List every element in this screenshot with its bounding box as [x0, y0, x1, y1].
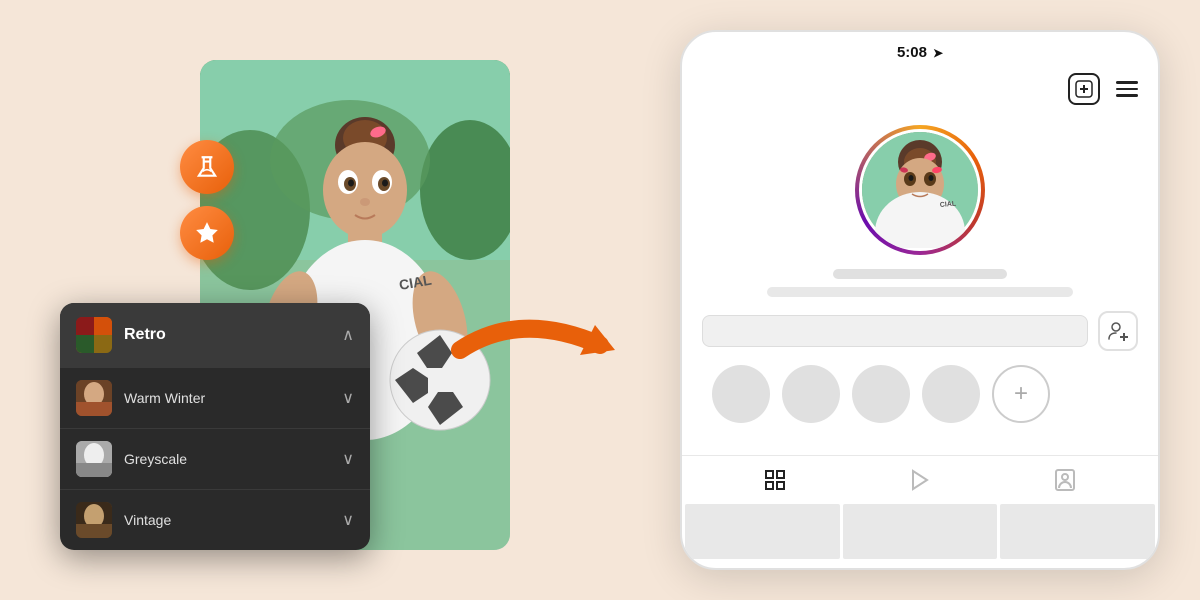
story-circle-3[interactable] [852, 365, 910, 423]
retro-label: Retro [124, 326, 166, 344]
add-friend-row [702, 311, 1138, 351]
hamburger-line-3 [1116, 94, 1138, 97]
svg-text:CIAL: CIAL [940, 201, 958, 209]
hamburger-line-1 [1116, 81, 1138, 84]
greyscale-thumbnail [76, 441, 112, 477]
warm-winter-label: Warm Winter [124, 390, 205, 406]
star-icon [194, 220, 220, 246]
vintage-item[interactable]: Vintage ∨ [60, 489, 370, 550]
profile-text-bar [702, 315, 1088, 347]
hamburger-button[interactable] [1116, 81, 1138, 97]
vintage-left: Vintage [76, 502, 171, 538]
profile-stats-bar [767, 287, 1072, 297]
vintage-chevron: ∨ [342, 510, 354, 530]
add-friend-button[interactable] [1098, 311, 1138, 351]
retro-chevron: ∧ [342, 325, 354, 345]
vintage-label: Vintage [124, 512, 171, 528]
dropdown-header-retro[interactable]: Retro ∧ [60, 303, 370, 367]
dropdown-menu: Retro ∧ Warm Winter ∨ [60, 303, 370, 550]
grid-icon [763, 468, 787, 492]
bottom-nav [682, 455, 1158, 504]
portrait-icon [1053, 468, 1077, 492]
portrait-nav-button[interactable] [1051, 466, 1079, 494]
retro-thumbnail [76, 317, 112, 353]
add-friend-icon [1107, 320, 1129, 342]
vintage-thumbnail [76, 502, 112, 538]
story-circle-2[interactable] [782, 365, 840, 423]
dropdown-header-left: Retro [76, 317, 166, 353]
navigation-icon: ➤ [933, 46, 943, 60]
play-nav-button[interactable] [906, 466, 934, 494]
grid-nav-button[interactable] [761, 466, 789, 494]
add-story-plus-icon: + [1014, 380, 1028, 408]
warm-winter-thumbnail [76, 380, 112, 416]
greyscale-label: Greyscale [124, 451, 187, 467]
play-icon [908, 468, 932, 492]
story-circle-4[interactable] [922, 365, 980, 423]
greyscale-chevron: ∨ [342, 449, 354, 469]
grid-cell-2 [843, 504, 998, 559]
avatar-photo: CIAL [862, 132, 978, 248]
warm-winter-left: Warm Winter [76, 380, 205, 416]
avatar-inner: CIAL [859, 129, 981, 251]
grid-cell-3 [1000, 504, 1155, 559]
status-bar: 5:08 ➤ [682, 32, 1158, 69]
avatar-ring[interactable]: CIAL [855, 125, 985, 255]
grid-cell-1 [685, 504, 840, 559]
profile-section: CIAL [682, 115, 1158, 455]
status-time: 5:08 [897, 44, 927, 61]
greyscale-left: Greyscale [76, 441, 187, 477]
phone-mockup: 5:08 ➤ [680, 30, 1160, 570]
grid-preview [682, 504, 1158, 559]
lab-button[interactable] [180, 140, 234, 194]
plus-icon [1075, 80, 1093, 98]
hamburger-line-2 [1116, 88, 1138, 91]
arrow-graphic [440, 290, 640, 390]
profile-name-bar [833, 269, 1007, 279]
add-story-button[interactable]: + [992, 365, 1050, 423]
story-row: + [702, 365, 1138, 423]
favorite-button[interactable] [180, 206, 234, 260]
phone-header [682, 69, 1158, 115]
warm-winter-chevron: ∨ [342, 388, 354, 408]
tool-buttons [180, 140, 234, 260]
warm-winter-item[interactable]: Warm Winter ∨ [60, 367, 370, 428]
greyscale-item[interactable]: Greyscale ∨ [60, 428, 370, 489]
arrow-container [440, 290, 640, 390]
story-circle-1[interactable] [712, 365, 770, 423]
lab-icon [194, 154, 220, 180]
plus-button[interactable] [1068, 73, 1100, 105]
